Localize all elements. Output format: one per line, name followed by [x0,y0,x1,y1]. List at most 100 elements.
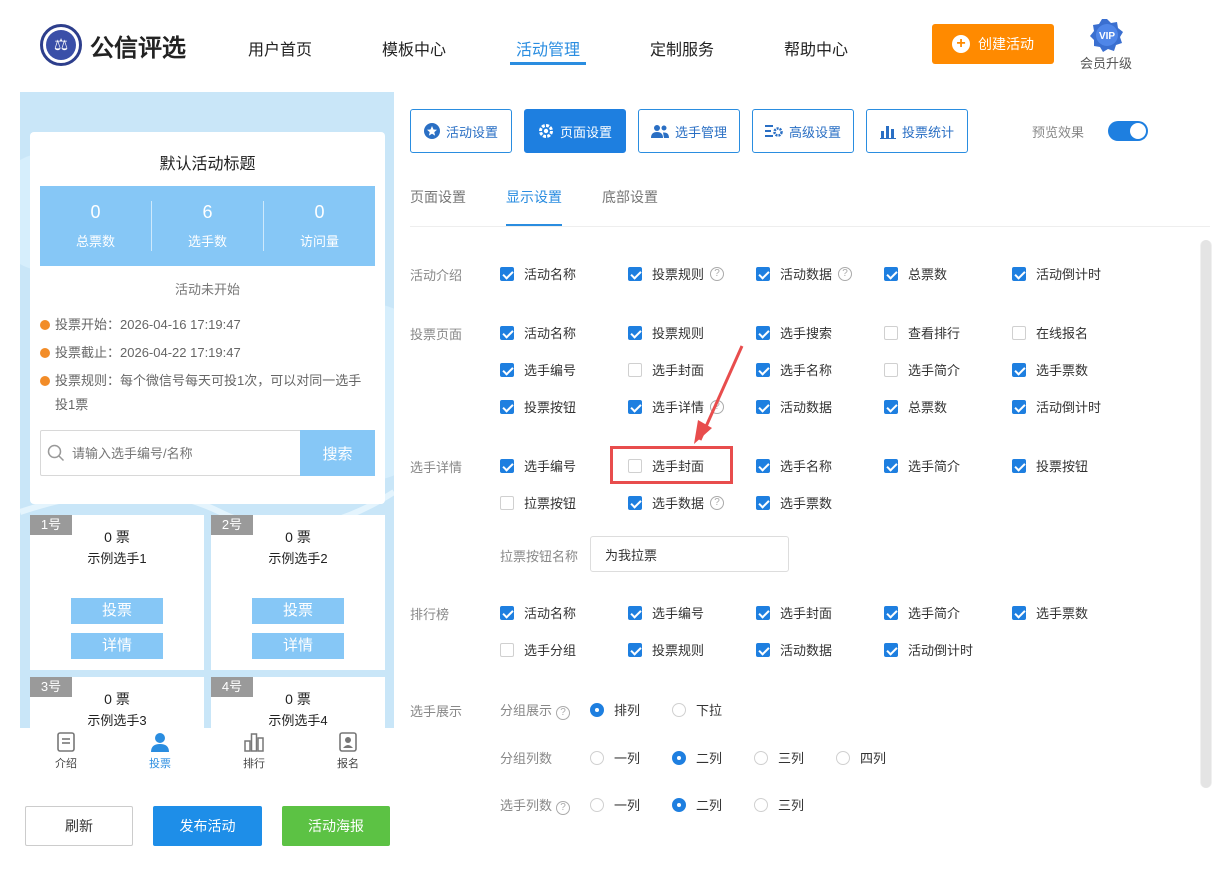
radio-selected-icon[interactable] [672,797,686,812]
checkbox-detail-2[interactable]: 选手名称 [756,456,832,475]
checkbox-checked-icon[interactable] [500,266,514,281]
radio-cand_cols-1[interactable]: 二列 [672,795,722,814]
checkbox-checked-icon[interactable] [756,325,770,340]
brand-name[interactable]: 公信评选 [90,28,186,63]
subtab-display-settings[interactable]: 显示设置 [506,187,562,207]
nav-templates[interactable]: 模板中心 [382,36,446,60]
checkbox-vote_page-9[interactable]: 选手票数 [1012,360,1088,379]
checkbox-checked-icon[interactable] [884,458,898,473]
checkbox-ranking-6[interactable]: 投票规则 [628,640,704,659]
checkbox-checked-icon[interactable] [884,399,898,414]
help-icon[interactable]: ? [556,706,571,720]
checkbox-vote_page-8[interactable]: 选手简介 [884,360,960,379]
checkbox-ranking-5[interactable]: 选手分组 [500,640,576,659]
checkbox-checked-icon[interactable] [628,399,642,414]
checkbox-vote_page-14[interactable]: 活动倒计时 [1012,397,1101,416]
candidate-card[interactable]: 4号 0 票 示例选手4 [211,677,385,728]
checkbox-ranking-1[interactable]: 选手编号 [628,603,704,622]
checkbox-checked-icon[interactable] [756,266,770,281]
vip-upgrade-label[interactable]: 会员升级 [1080,53,1132,72]
tool-page-settings[interactable]: 页面设置 [524,109,626,153]
vote-button[interactable]: 投票 [71,598,163,624]
candidate-card[interactable]: 2号 0 票 示例选手2 投票 详情 [211,515,385,670]
checkbox-checked-icon[interactable] [1012,605,1026,620]
checkbox-intro-3[interactable]: 总票数 [884,264,947,283]
nav-custom-service[interactable]: 定制服务 [650,36,714,60]
radio-unselected-icon[interactable] [754,797,768,812]
checkbox-checked-icon[interactable] [628,642,642,657]
checkbox-ranking-4[interactable]: 选手票数 [1012,603,1088,622]
checkbox-intro-4[interactable]: 活动倒计时 [1012,264,1101,283]
nav-activity-management[interactable]: 活动管理 [516,36,580,60]
checkbox-checked-icon[interactable] [628,325,642,340]
radio-unselected-icon[interactable] [754,750,768,765]
radio-unselected-icon[interactable] [672,702,686,717]
checkbox-vote_page-10[interactable]: 投票按钮 [500,397,576,416]
checkbox-checked-icon[interactable] [1012,458,1026,473]
preview-effect-toggle[interactable] [1108,121,1148,141]
checkbox-checked-icon[interactable] [756,605,770,620]
checkbox-detail-7[interactable]: 选手票数 [756,493,832,512]
radio-unselected-icon[interactable] [836,750,850,765]
tab-signup[interactable]: 报名 [308,732,388,771]
tab-intro[interactable]: 介绍 [26,732,106,771]
checkbox-unchecked-icon[interactable] [884,325,898,340]
candidate-search-input[interactable] [72,441,292,465]
checkbox-unchecked-icon[interactable] [628,362,642,377]
checkbox-checked-icon[interactable] [1012,362,1026,377]
help-icon[interactable]: ? [710,266,725,281]
checkbox-checked-icon[interactable] [500,362,514,377]
checkbox-vote_page-2[interactable]: 选手搜索 [756,323,832,342]
activity-poster-button[interactable]: 活动海报 [282,806,390,846]
candidate-card[interactable]: 3号 0 票 示例选手3 [30,677,204,728]
tool-activity-settings[interactable]: 活动设置 [410,109,512,153]
checkbox-checked-icon[interactable] [884,605,898,620]
checkbox-vote_page-0[interactable]: 活动名称 [500,323,576,342]
radio-unselected-icon[interactable] [590,750,604,765]
radio-cand_cols-0[interactable]: 一列 [590,795,640,814]
radio-group_display-1[interactable]: 下拉 [672,700,722,719]
radio-group_cols-3[interactable]: 四列 [836,748,886,767]
radio-cand_cols-2[interactable]: 三列 [754,795,804,814]
checkbox-checked-icon[interactable] [500,605,514,620]
subtab-footer-settings[interactable]: 底部设置 [602,187,658,207]
nav-help-center[interactable]: 帮助中心 [784,36,848,60]
radio-selected-icon[interactable] [672,750,686,765]
checkbox-unchecked-icon[interactable] [1012,325,1026,340]
checkbox-ranking-3[interactable]: 选手简介 [884,603,960,622]
checkbox-checked-icon[interactable] [756,642,770,657]
tool-advanced-settings[interactable]: 高级设置 [752,109,854,153]
checkbox-detail-6[interactable]: 选手数据? [628,493,725,512]
checkbox-checked-icon[interactable] [756,458,770,473]
radio-group_display-0[interactable]: 排列 [590,700,640,719]
checkbox-vote_page-4[interactable]: 在线报名 [1012,323,1088,342]
checkbox-detail-0[interactable]: 选手编号 [500,456,576,475]
radio-selected-icon[interactable] [590,702,604,717]
checkbox-unchecked-icon[interactable] [500,642,514,657]
radio-group_cols-1[interactable]: 二列 [672,748,722,767]
checkbox-checked-icon[interactable] [500,458,514,473]
checkbox-detail-5[interactable]: 拉票按钮 [500,493,576,512]
checkbox-vote_page-5[interactable]: 选手编号 [500,360,576,379]
checkbox-detail-3[interactable]: 选手简介 [884,456,960,475]
create-activity-button[interactable]: + 创建活动 [932,24,1054,64]
checkbox-ranking-2[interactable]: 选手封面 [756,603,832,622]
checkbox-vote_page-12[interactable]: 活动数据 [756,397,832,416]
nav-user-home[interactable]: 用户首页 [248,36,312,60]
checkbox-vote_page-13[interactable]: 总票数 [884,397,947,416]
radio-unselected-icon[interactable] [590,797,604,812]
radio-group_cols-0[interactable]: 一列 [590,748,640,767]
tab-vote[interactable]: 投票 [120,732,200,771]
help-icon[interactable]: ? [556,801,571,815]
checkbox-vote_page-7[interactable]: 选手名称 [756,360,832,379]
checkbox-checked-icon[interactable] [628,605,642,620]
checkbox-checked-icon[interactable] [756,495,770,510]
checkbox-unchecked-icon[interactable] [500,495,514,510]
checkbox-ranking-8[interactable]: 活动倒计时 [884,640,973,659]
radio-group_cols-2[interactable]: 三列 [754,748,804,767]
vip-badge-icon[interactable]: VIP [1090,18,1124,52]
checkbox-intro-1[interactable]: 投票规则? [628,264,725,283]
checkbox-vote_page-3[interactable]: 查看排行 [884,323,960,342]
vote-button[interactable]: 投票 [252,598,344,624]
checkbox-checked-icon[interactable] [1012,266,1026,281]
